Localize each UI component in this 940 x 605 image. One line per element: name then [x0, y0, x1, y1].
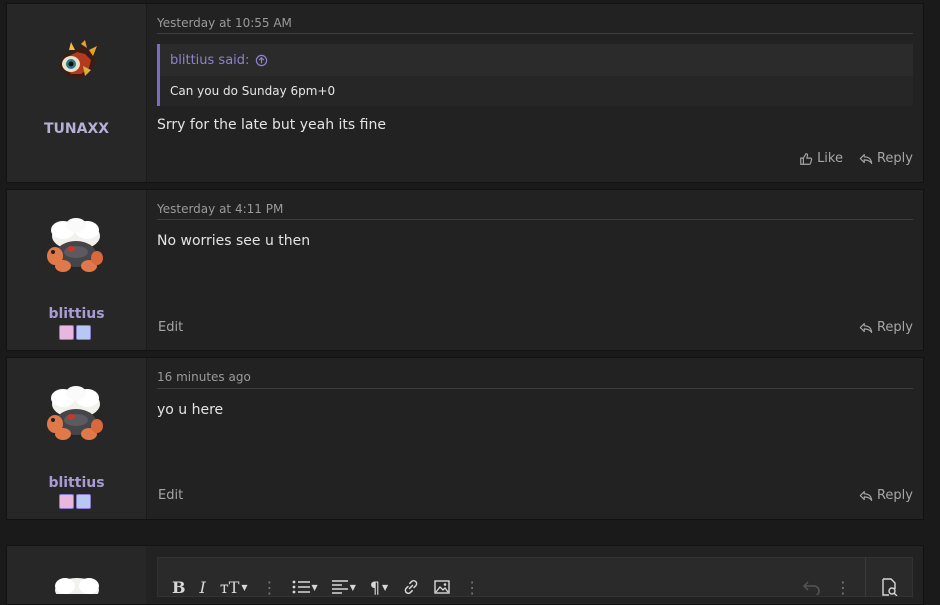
avatar[interactable]	[41, 214, 111, 284]
reply-icon	[859, 153, 873, 164]
post-main: Yesterday at 4:11 PM No worries see u th…	[157, 190, 913, 350]
avatar[interactable]	[41, 382, 111, 452]
post-main: 16 minutes ago yo u here Edit Reply	[157, 358, 913, 519]
quote-author: blittius said:	[170, 53, 250, 68]
post-1: TUNAXX Yesterday at 10:55 AM blittius sa…	[6, 3, 924, 183]
image-icon[interactable]	[434, 575, 450, 599]
align-icon[interactable]: ▼	[331, 575, 356, 599]
editor-toolbar: B I тT ▼ ⋮ ▼ ▼ ¶ ▼ ⋮ ⋮	[157, 557, 913, 597]
post-timestamp[interactable]: 16 minutes ago	[157, 370, 251, 384]
username[interactable]: TUNAXX	[7, 121, 146, 137]
italic-icon[interactable]: I	[200, 575, 206, 599]
more-icon[interactable]: ⋮	[262, 575, 278, 599]
post-3: blittius 16 minutes ago yo u here Edit R…	[6, 357, 924, 520]
edit-button[interactable]: Edit	[158, 488, 183, 503]
reply-label: Reply	[876, 151, 913, 166]
user-badges	[59, 325, 93, 340]
heart-badge-icon[interactable]	[59, 494, 74, 509]
reply-editor: B I тT ▼ ⋮ ▼ ▼ ¶ ▼ ⋮ ⋮	[6, 545, 924, 605]
username[interactable]: blittius	[7, 475, 146, 491]
post-message: Srry for the late but yeah its fine	[157, 117, 386, 133]
post-2: blittius Yesterday at 4:11 PM No worries…	[6, 189, 924, 351]
post-timestamp[interactable]: Yesterday at 4:11 PM	[157, 202, 283, 216]
quote-header[interactable]: blittius said:	[170, 53, 268, 68]
reply-icon	[859, 322, 873, 333]
post-message: yo u here	[157, 402, 224, 418]
arrow-up-circle-icon[interactable]	[255, 54, 268, 67]
flag-badge-icon[interactable]	[76, 494, 91, 509]
reply-button[interactable]: Reply	[859, 488, 913, 503]
undo-icon[interactable]	[803, 575, 821, 599]
heart-badge-icon[interactable]	[59, 325, 74, 340]
user-panel: blittius	[7, 358, 155, 519]
like-button[interactable]: Like	[799, 151, 843, 166]
reply-icon	[859, 490, 873, 501]
list-icon[interactable]: ▼	[292, 575, 318, 599]
like-label: Like	[817, 151, 843, 166]
flag-badge-icon[interactable]	[76, 325, 91, 340]
user-badges	[59, 494, 93, 509]
edit-button[interactable]: Edit	[158, 320, 183, 335]
preview-icon[interactable]	[880, 575, 898, 599]
thumbs-up-icon	[800, 152, 813, 165]
avatar[interactable]	[51, 36, 101, 86]
post-main: Yesterday at 10:55 AM blittius said: Can…	[157, 4, 913, 182]
post-timestamp[interactable]: Yesterday at 10:55 AM	[157, 16, 292, 30]
reply-label: Reply	[876, 488, 913, 503]
more-icon[interactable]: ⋮	[835, 575, 851, 599]
reply-button[interactable]: Reply	[859, 151, 913, 166]
username[interactable]: blittius	[7, 306, 146, 322]
reply-label: Reply	[876, 320, 913, 335]
user-panel: blittius	[7, 190, 155, 350]
text-size-icon[interactable]: тT ▼	[220, 575, 248, 599]
post-message: No worries see u then	[157, 233, 311, 249]
user-panel	[7, 546, 146, 604]
quote-block: blittius said: Can you do Sunday 6pm+0	[157, 44, 913, 106]
avatar	[55, 578, 99, 594]
more-icon[interactable]: ⋮	[464, 575, 480, 599]
link-icon[interactable]	[402, 575, 420, 599]
quote-text: Can you do Sunday 6pm+0	[160, 76, 913, 106]
reply-button[interactable]: Reply	[859, 320, 913, 335]
paragraph-icon[interactable]: ¶ ▼	[370, 575, 388, 599]
bold-icon[interactable]: B	[172, 575, 186, 599]
user-panel: TUNAXX	[7, 4, 155, 182]
